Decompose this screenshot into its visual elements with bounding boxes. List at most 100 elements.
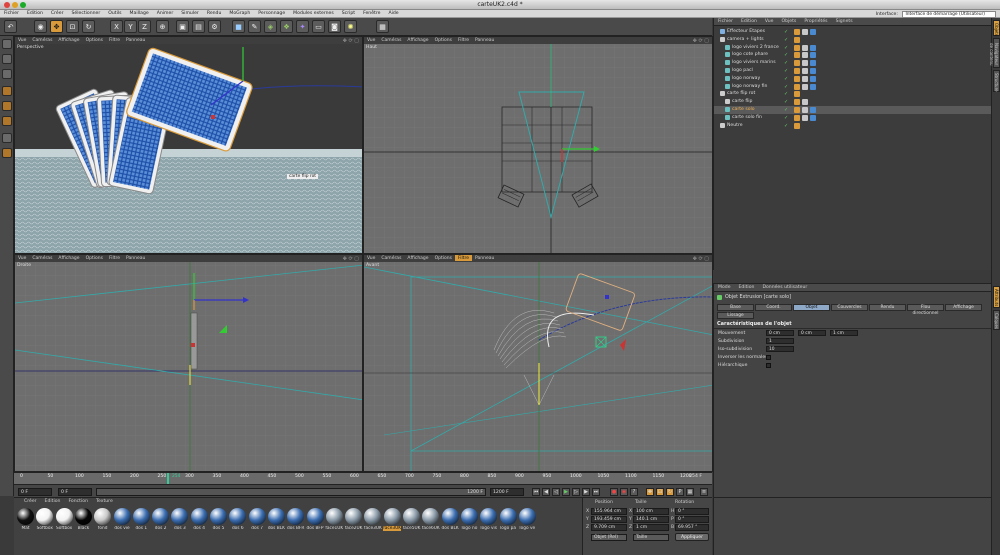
menu-creer[interactable]: Créer <box>47 10 68 16</box>
current-frame-field[interactable]: 0 F <box>18 488 52 496</box>
object-tag-icon[interactable] <box>810 83 816 90</box>
key-scale-icon[interactable]: ⊡ <box>656 488 664 496</box>
mat-menu-creer[interactable]: Créer <box>20 499 41 504</box>
object-row[interactable]: logo cote phare ✓ <box>714 51 992 59</box>
light-icon[interactable]: ✺ <box>344 20 357 33</box>
object-tag-icon[interactable] <box>794 36 800 43</box>
object-tag-icon[interactable] <box>810 29 816 35</box>
invert-normals-checkbox[interactable] <box>766 355 771 360</box>
rotation-p-field[interactable]: 0 ° <box>675 516 709 523</box>
material-label[interactable]: dos BFP <box>306 526 324 531</box>
menu-rendu[interactable]: Rendu <box>203 10 226 16</box>
object-name[interactable]: logo norway <box>732 76 760 81</box>
tab-navigateur-contenu[interactable]: Navigateur de contenu <box>989 38 1000 68</box>
object-row[interactable]: logo viviers 2 france ✓ <box>714 44 992 52</box>
menu-personnage[interactable]: Personnage <box>254 10 289 16</box>
object-tag-icon[interactable] <box>794 60 800 67</box>
object-name[interactable]: carte flip rot <box>727 91 755 96</box>
object-tag-icon[interactable] <box>794 107 800 113</box>
layout-icon[interactable]: ▦ <box>376 20 389 33</box>
material-swatch[interactable] <box>325 508 343 525</box>
object-name[interactable]: logo pacl <box>732 68 753 73</box>
material-swatch[interactable] <box>403 508 420 525</box>
vp-menu-panneau[interactable]: Panneau <box>472 255 497 261</box>
position-y-field[interactable]: 193.459 cm <box>591 516 627 523</box>
material-label[interactable]: dos 4 <box>190 526 208 531</box>
vp-menu-options[interactable]: Options <box>432 37 455 43</box>
object-tag-icon[interactable] <box>794 114 800 121</box>
visibility-check-icon[interactable]: ✓ <box>784 60 788 66</box>
key-pla-icon[interactable]: ▦ <box>686 488 694 496</box>
deformer-icon[interactable]: ✦ <box>296 20 309 33</box>
visibility-check-icon[interactable]: ✓ <box>784 52 788 58</box>
material-swatch[interactable] <box>441 508 459 525</box>
material-label[interactable]: logo pa <box>499 526 517 531</box>
size-z-field[interactable]: 1 cm <box>633 524 669 531</box>
render-view-icon[interactable]: ▣ <box>176 20 189 33</box>
material-label[interactable]: dos 6 <box>229 526 247 531</box>
viewport-right[interactable]: Vue Caméras Affichage Options Filtre Pan… <box>14 254 363 472</box>
vp-menu-cameras[interactable]: Caméras <box>378 255 404 261</box>
material-label[interactable]: dos 3 <box>171 526 189 531</box>
material-label[interactable]: dos 7 <box>248 526 266 531</box>
object-row[interactable]: camera + lights ✓ <box>714 36 992 44</box>
object-row[interactable]: carte solo ✓ <box>714 106 992 114</box>
prev-frame-icon[interactable]: ◁ <box>552 488 560 496</box>
subdivision-icon[interactable]: ◈ <box>264 20 277 33</box>
attribute-tab[interactable]: Base <box>717 304 754 311</box>
material-label[interactable]: dos 1 <box>132 526 150 531</box>
make-editable-icon[interactable] <box>2 39 12 49</box>
vp-menu-vue[interactable]: Vue <box>364 255 378 261</box>
om-menu-edition[interactable]: Edition <box>737 18 761 24</box>
visibility-check-icon[interactable]: ✓ <box>784 91 788 97</box>
timeline-layout-icon[interactable]: ≡ <box>700 488 708 496</box>
mouvement-y-field[interactable]: 0 cm <box>798 330 826 336</box>
material-label[interactable]: Mat <box>17 526 35 531</box>
material-label[interactable]: dos BLK <box>267 526 285 531</box>
next-frame-icon[interactable]: ▷ <box>572 488 580 496</box>
rotation-h-field[interactable]: 0 ° <box>675 508 709 515</box>
material-swatch[interactable] <box>210 508 227 525</box>
menu-modules-externes[interactable]: Modules externes <box>289 10 338 16</box>
range-slider[interactable]: 1200 F <box>96 488 486 496</box>
visibility-check-icon[interactable]: ✓ <box>784 76 788 82</box>
material-swatch[interactable] <box>480 508 498 525</box>
record-icon[interactable]: ● <box>610 488 618 496</box>
subdivision-field[interactable]: 1 <box>766 338 794 344</box>
am-menu-mode[interactable]: Mode <box>714 284 735 290</box>
om-menu-signets[interactable]: Signets <box>832 18 857 24</box>
axis-x-button[interactable]: X <box>110 20 123 33</box>
menu-simuler[interactable]: Simuler <box>177 10 203 16</box>
position-x-field[interactable]: 155.964 cm <box>591 508 627 515</box>
render-settings-icon[interactable]: ⚙ <box>208 20 221 33</box>
vp-menu-vue[interactable]: Vue <box>15 255 29 261</box>
object-row[interactable]: Effecteur Etapes ✓ <box>714 28 992 36</box>
viewport-nav-icon[interactable]: ✥ ⟳ ▢ <box>343 256 359 262</box>
material-label[interactable]: face3UK <box>364 526 382 531</box>
object-tag-icon[interactable] <box>794 75 800 82</box>
keyframe-selection-icon[interactable]: ? <box>630 488 638 496</box>
position-z-field[interactable]: 9.709 cm <box>591 524 627 531</box>
visibility-check-icon[interactable]: ✓ <box>784 84 788 90</box>
object-tag-icon[interactable] <box>810 75 816 82</box>
object-name[interactable]: Effecteur Etapes <box>727 29 765 34</box>
material-label[interactable]: dos BFR <box>287 526 305 531</box>
object-row[interactable]: logo norway ✓ <box>714 75 992 83</box>
key-position-icon[interactable]: ✥ <box>646 488 654 496</box>
attribute-tab[interactable]: Rendu <box>869 304 906 311</box>
object-row[interactable]: logo pacl ✓ <box>714 67 992 75</box>
rotation-b-field[interactable]: 69.957 ° <box>675 524 709 531</box>
visibility-check-icon[interactable]: ✓ <box>784 37 788 43</box>
object-tag-icon[interactable] <box>802 60 808 67</box>
axis-mode-icon[interactable] <box>2 133 12 143</box>
object-tag-icon[interactable] <box>810 52 816 59</box>
vp-menu-affichage[interactable]: Affichage <box>55 255 82 261</box>
camera-icon[interactable]: ◙ <box>328 20 341 33</box>
object-tag-icon[interactable] <box>802 29 808 35</box>
object-tag-icon[interactable] <box>794 29 800 35</box>
material-label[interactable]: face3UK <box>383 526 402 531</box>
viewport-nav-icon[interactable]: ✥ ⟳ ▢ <box>693 256 709 262</box>
model-mode-icon[interactable] <box>2 54 12 64</box>
vp-menu-options[interactable]: Options <box>83 255 106 261</box>
object-tag-icon[interactable] <box>802 75 808 82</box>
